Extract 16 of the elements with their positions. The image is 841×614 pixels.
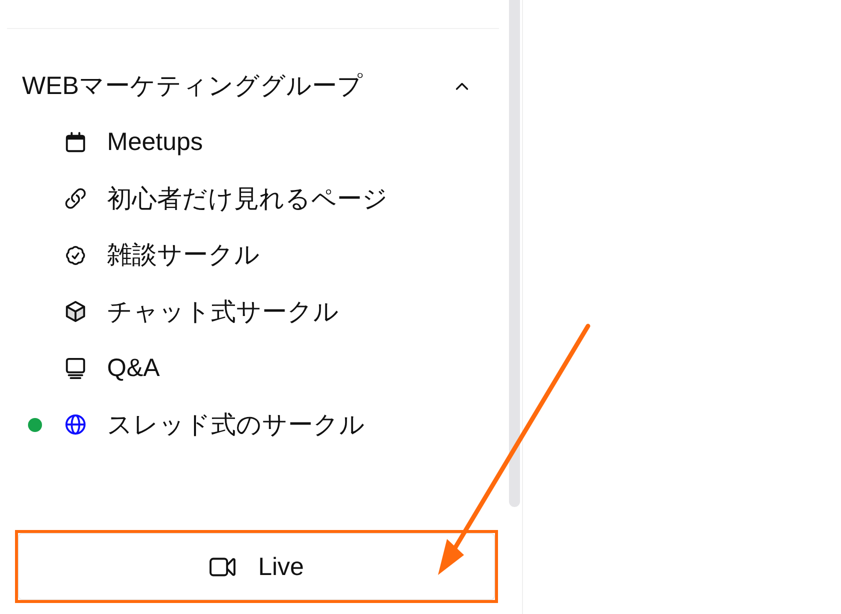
- scrollbar-thumb[interactable]: [509, 0, 520, 507]
- calendar-icon: [64, 130, 87, 154]
- check-badge-icon: [64, 244, 87, 267]
- computer-icon: [64, 356, 87, 380]
- sidebar-item-link[interactable]: 初心者だけ見れるページ: [107, 182, 388, 215]
- link-icon: [64, 187, 87, 210]
- cube-icon: [64, 300, 87, 324]
- live-button[interactable]: Live: [18, 533, 496, 600]
- globe-icon: [64, 413, 87, 436]
- sidebar-item-link[interactable]: チャット式サークル: [107, 296, 339, 328]
- sidebar-item-link[interactable]: Meetups: [107, 126, 203, 158]
- video-camera-icon: [209, 556, 236, 578]
- sidebar-item-link[interactable]: スレッド式のサークル: [107, 408, 365, 441]
- group-title: WEBマーケティンググループ: [22, 71, 363, 102]
- sidebar-item-link[interactable]: 雑談サークル: [107, 239, 260, 272]
- sidebar-item-link[interactable]: Q&A: [107, 352, 160, 384]
